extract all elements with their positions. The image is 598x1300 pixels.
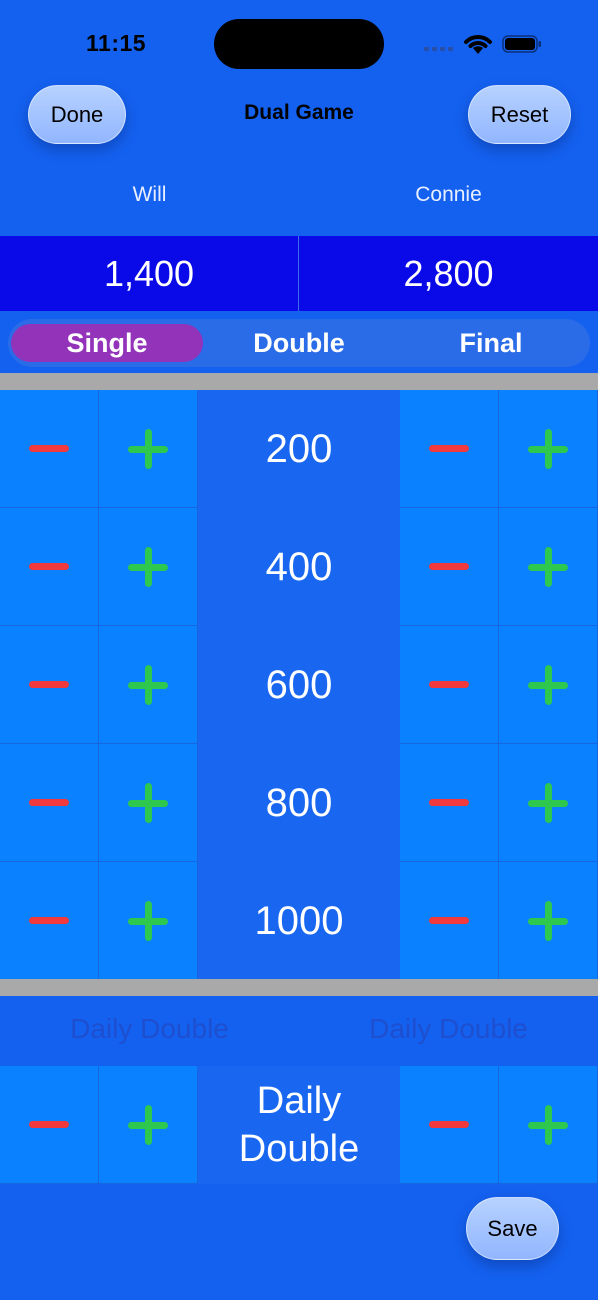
- player-1-name: Will: [132, 183, 167, 206]
- minus-icon: [429, 445, 469, 452]
- clue-value-1000: 1000: [254, 898, 344, 943]
- player-1-daily-double-minus-button[interactable]: [0, 1066, 99, 1184]
- player-1-daily-double-plus-button[interactable]: [99, 1066, 198, 1184]
- minus-icon: [429, 799, 469, 806]
- cellular-signal-icon: [424, 47, 456, 53]
- minus-icon: [429, 563, 469, 570]
- plus-icon: [128, 428, 168, 469]
- player-2-daily-double-label: Daily Double: [369, 1013, 528, 1044]
- player-1-plus-800-button[interactable]: [99, 744, 198, 862]
- battery-icon: [502, 35, 541, 53]
- player-1-minus-200-button[interactable]: [0, 390, 99, 508]
- player-1-minus-1000-button[interactable]: [0, 862, 99, 980]
- player-1-minus-400-button[interactable]: [0, 508, 99, 626]
- player-2-daily-double-plus-button[interactable]: [499, 1066, 598, 1184]
- player-2-plus-400-button[interactable]: [499, 508, 598, 626]
- player-2-minus-400-button[interactable]: [400, 508, 499, 626]
- player-2-minus-1000-button[interactable]: [400, 862, 499, 980]
- bottom-divider: [0, 979, 598, 996]
- plus-icon: [528, 782, 568, 823]
- player-2-minus-600-button[interactable]: [400, 626, 499, 744]
- status-time: 11:15: [86, 30, 147, 56]
- plus-icon: [128, 664, 168, 705]
- player-1-minus-600-button[interactable]: [0, 626, 99, 744]
- minus-icon: [29, 681, 69, 688]
- player-1-score: 1,400: [0, 236, 299, 311]
- clue-value-800: 800: [265, 780, 333, 825]
- clue-value-200: 200: [265, 426, 333, 471]
- plus-icon: [128, 1104, 168, 1145]
- plus-icon: [128, 900, 168, 941]
- player-1-plus-400-button[interactable]: [99, 508, 198, 626]
- plus-icon: [528, 428, 568, 469]
- dynamic-island: [214, 19, 384, 69]
- plus-icon: [528, 546, 568, 587]
- reset-button[interactable]: Reset: [468, 85, 571, 144]
- player-2-plus-800-button[interactable]: [499, 744, 598, 862]
- plus-icon: [128, 546, 168, 587]
- tab-single[interactable]: Single: [11, 324, 203, 362]
- player-1-plus-1000-button[interactable]: [99, 862, 198, 980]
- minus-icon: [29, 799, 69, 806]
- player-2-plus-200-button[interactable]: [499, 390, 598, 508]
- minus-icon: [29, 563, 69, 570]
- daily-double-title-line-1: Daily: [256, 1080, 342, 1122]
- daily-double-title-line-2: Double: [238, 1128, 360, 1170]
- wifi-icon: [464, 35, 492, 54]
- plus-icon: [528, 664, 568, 705]
- minus-icon: [29, 445, 69, 452]
- player-2-daily-double-minus-button[interactable]: [400, 1066, 499, 1184]
- top-divider: [0, 373, 598, 390]
- player-1-plus-200-button[interactable]: [99, 390, 198, 508]
- player-2-minus-200-button[interactable]: [400, 390, 499, 508]
- minus-icon: [429, 917, 469, 924]
- player-2-minus-800-button[interactable]: [400, 744, 499, 862]
- player-1-plus-600-button[interactable]: [99, 626, 198, 744]
- minus-icon: [29, 1121, 69, 1128]
- player-2-score: 2,800: [299, 236, 598, 311]
- plus-icon: [528, 900, 568, 941]
- player-2-plus-1000-button[interactable]: [499, 862, 598, 980]
- player-1-daily-double-label: Daily Double: [70, 1013, 229, 1044]
- daily-double-title: Daily Double: [198, 1066, 400, 1184]
- plus-icon: [528, 1104, 568, 1145]
- tab-final[interactable]: Final: [395, 324, 587, 362]
- player-2-plus-600-button[interactable]: [499, 626, 598, 744]
- minus-icon: [29, 917, 69, 924]
- plus-icon: [128, 782, 168, 823]
- minus-icon: [429, 681, 469, 688]
- tab-double[interactable]: Double: [203, 324, 395, 362]
- player-2-name: Connie: [415, 183, 482, 206]
- save-button[interactable]: Save: [466, 1197, 559, 1260]
- minus-icon: [429, 1121, 469, 1128]
- clue-value-400: 400: [265, 544, 333, 589]
- player-1-minus-800-button[interactable]: [0, 744, 99, 862]
- clue-value-600: 600: [265, 662, 333, 707]
- round-segmented-control: Single Double Final: [8, 319, 590, 367]
